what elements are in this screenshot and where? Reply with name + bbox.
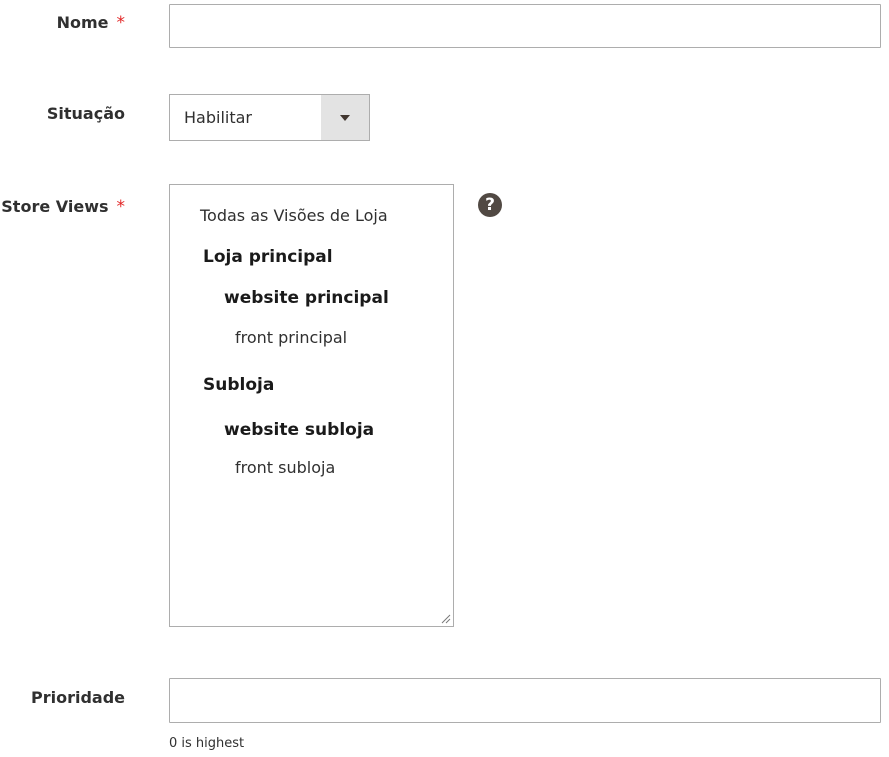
store-view-option-view2[interactable]: front subloja bbox=[235, 458, 335, 477]
status-select-value: Habilitar bbox=[184, 108, 252, 127]
chevron-down-icon bbox=[340, 114, 350, 121]
name-label: Nome * bbox=[57, 13, 125, 33]
priority-label-text: Prioridade bbox=[30, 688, 125, 707]
store-view-group-website2: website subloja bbox=[224, 420, 375, 440]
question-circle-icon[interactable]: ? bbox=[478, 193, 502, 217]
priority-note: 0 is highest bbox=[169, 736, 245, 751]
name-label-text: Nome bbox=[56, 13, 109, 32]
store-views-label: Store Views * bbox=[1, 197, 125, 217]
priority-input[interactable] bbox=[169, 678, 881, 723]
status-select[interactable]: Habilitar bbox=[169, 94, 370, 141]
store-views-required-mark: * bbox=[116, 197, 126, 217]
store-view-group-store1: Loja principal bbox=[203, 247, 333, 267]
name-required-mark: * bbox=[116, 13, 126, 33]
status-select-button[interactable] bbox=[321, 95, 369, 140]
store-view-option-all[interactable]: Todas as Visões de Loja bbox=[200, 206, 388, 225]
priority-label: Prioridade bbox=[31, 688, 125, 707]
resize-handle-icon[interactable] bbox=[441, 614, 451, 624]
store-view-group-store2: Subloja bbox=[203, 375, 275, 395]
status-label: Situação bbox=[47, 104, 125, 123]
store-views-multiselect[interactable]: Todas as Visões de Loja Loja principal w… bbox=[169, 184, 454, 627]
store-views-label-text: Store Views bbox=[1, 197, 109, 216]
status-label-text: Situação bbox=[46, 104, 125, 123]
name-input[interactable] bbox=[169, 4, 881, 48]
store-view-group-website1: website principal bbox=[224, 288, 389, 308]
store-view-option-view1[interactable]: front principal bbox=[235, 328, 347, 347]
